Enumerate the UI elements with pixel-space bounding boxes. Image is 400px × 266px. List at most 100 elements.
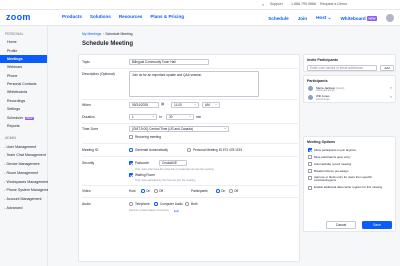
nav-resources[interactable]: Resources	[119, 14, 143, 19]
passcode-hint: Only users who have the invite link or p…	[135, 167, 214, 171]
option-datacenter-checkbox[interactable]	[308, 186, 312, 190]
sidebar-item-phone[interactable]: Phone	[0, 72, 47, 80]
sidebar-item-profile[interactable]: Profile	[0, 46, 47, 54]
time-select[interactable]: 11:00	[171, 101, 199, 108]
sidebar-item-meetings[interactable]: Meetings	[0, 54, 47, 64]
sidebar-item-personal-contacts[interactable]: Personal Contacts	[0, 80, 47, 88]
sidebar-admin-workspaces[interactable]: › Workspaces Management	[0, 177, 48, 186]
generate-auto-radio[interactable]	[129, 148, 133, 152]
sidebar-admin-device[interactable]: › Device Management	[0, 160, 47, 169]
pmi-radio[interactable]	[187, 148, 191, 152]
nav-solutions[interactable]: Solutions	[90, 14, 111, 19]
new-badge: NEW	[25, 116, 34, 120]
option-record-checkbox[interactable]	[308, 162, 312, 166]
waiting-room-label: Waiting Room	[135, 173, 155, 177]
invite-panel: Invite Participants Enter user names or …	[303, 54, 396, 72]
avatar	[308, 86, 313, 91]
zoom-logo[interactable]: zoom	[6, 12, 31, 22]
date-input[interactable]: 05/24/2025	[129, 101, 159, 108]
chevron-right-icon: ›	[4, 144, 5, 149]
sidebar-item-whiteboards[interactable]: Whiteboards	[0, 88, 47, 96]
option-join-anytime-checkbox[interactable]	[308, 148, 312, 152]
sidebar-item-reports[interactable]: Reports	[0, 122, 47, 130]
option-breakout-checkbox[interactable]	[308, 169, 312, 173]
close-icon[interactable]: ×	[390, 86, 392, 90]
participants-video-off-radio[interactable]	[229, 189, 233, 193]
chevron-right-icon: ›	[4, 170, 5, 175]
divider	[82, 99, 298, 100]
cancel-button[interactable]: Cancel	[326, 221, 356, 229]
schedule-link[interactable]: Schedule	[268, 16, 288, 21]
description-textarea[interactable]: Join us for an important update and Q&A …	[129, 70, 259, 97]
timezone-select[interactable]: (GMT-5:00) Central Time (US and Canada)	[129, 125, 229, 132]
search-icon[interactable]: ⌕	[262, 2, 264, 7]
edit-dial-link[interactable]: Edit	[174, 209, 179, 213]
sidebar-admin-account[interactable]: › Account Management	[0, 195, 47, 204]
divider	[82, 197, 298, 198]
user-avatar[interactable]	[386, 14, 394, 22]
host-video-off-radio[interactable]	[154, 189, 158, 193]
sidebar-item-settings[interactable]: Settings	[0, 105, 47, 113]
divider	[82, 68, 298, 69]
calendar-icon[interactable]: ▦	[161, 102, 164, 106]
join-link[interactable]: Join	[298, 16, 307, 21]
passcode-checkbox[interactable]	[129, 161, 133, 165]
option-mute-checkbox[interactable]	[308, 155, 312, 159]
when-label: When	[82, 103, 91, 107]
sidebar-section-admin: ADMIN	[5, 136, 16, 141]
main-nav: zoom Products Solutions Resources Plans …	[0, 10, 400, 26]
topic-input[interactable]: Bilingual Community Town Hall	[129, 58, 209, 65]
ampm-select[interactable]: AM	[202, 101, 220, 108]
option-country-label: Approve or block entry for users from sp…	[314, 175, 372, 183]
description-label: Description (Optional)	[82, 72, 115, 76]
close-icon[interactable]: ×	[390, 95, 392, 99]
option-country-checkbox[interactable]	[308, 176, 312, 180]
option-join-anytime-label: Allow participants to join anytime	[314, 148, 356, 152]
participants-panel: Participants Maria Jackson (Host) maria.…	[303, 75, 396, 103]
recurring-checkbox[interactable]	[129, 135, 133, 139]
video-host-label: Host	[129, 189, 136, 193]
passcode-input[interactable]: Cmdw6XE	[159, 159, 187, 166]
add-participant-button[interactable]: Add	[380, 64, 394, 71]
save-button[interactable]: Save	[362, 221, 392, 229]
sidebar-admin-room[interactable]: › Room Management	[0, 168, 47, 177]
both-label: Both	[191, 202, 198, 206]
nav-plans-pricing[interactable]: Plans & Pricing	[150, 14, 184, 19]
participants-video-on-radio[interactable]	[216, 189, 220, 193]
computer-audio-radio[interactable]	[154, 202, 158, 206]
sidebar-item-recordings[interactable]: Recordings	[0, 97, 47, 105]
generate-auto-label: Generate Automatically	[135, 148, 168, 152]
whiteboard-menu[interactable]: Whiteboard NEW	[340, 16, 377, 21]
timezone-label: Time Zone	[82, 127, 99, 131]
waiting-room-checkbox[interactable]	[129, 173, 133, 177]
nav-actions: Schedule Join Host ⌄ Whiteboard NEW	[268, 14, 394, 22]
participant-email: will.jones@...	[316, 97, 332, 101]
host-menu[interactable]: Host ⌄	[316, 15, 331, 21]
phone-number-link[interactable]: 1.888.799.9666	[291, 2, 316, 6]
sidebar-admin-team-chat[interactable]: › Team Chat Management	[0, 151, 47, 160]
sidebar-item-home[interactable]: Home	[0, 38, 47, 46]
duration-minutes-select[interactable]: 30	[166, 113, 194, 120]
avatar	[308, 94, 313, 100]
chevron-right-icon: ›	[4, 162, 5, 167]
invite-input[interactable]: Enter user names or email addresses	[307, 64, 377, 71]
sidebar-admin-user-management[interactable]: › User Management	[0, 142, 47, 151]
nav-products[interactable]: Products	[62, 14, 82, 19]
sidebar-admin-phone-system[interactable]: › Phone System Management	[0, 186, 52, 195]
request-demo-link[interactable]: Request a Demo	[320, 2, 347, 6]
sidebar: PERSONAL Home Profile Meetings Webinars …	[0, 26, 52, 266]
host-video-on-radio[interactable]	[141, 189, 145, 193]
computer-audio-label: Computer Audio	[160, 202, 183, 206]
sidebar-item-webinars[interactable]: Webinars	[0, 63, 47, 71]
divider	[82, 185, 298, 186]
sidebar-item-scheduler[interactable]: Scheduler NEW	[0, 113, 47, 121]
option-breakout-label: Breakout Room pre-assign	[314, 169, 349, 173]
breadcrumb-my-meetings[interactable]: My Meetings	[82, 32, 101, 36]
telephone-radio[interactable]	[129, 202, 133, 206]
support-link[interactable]: Support	[270, 2, 283, 6]
both-radio[interactable]	[185, 202, 189, 206]
option-mute-label: Mute participants upon entry	[314, 155, 351, 159]
sidebar-admin-advanced[interactable]: › Advanced	[0, 204, 47, 213]
duration-hours-select[interactable]: 1	[129, 113, 157, 120]
passcode-label: Passcode	[135, 161, 149, 165]
